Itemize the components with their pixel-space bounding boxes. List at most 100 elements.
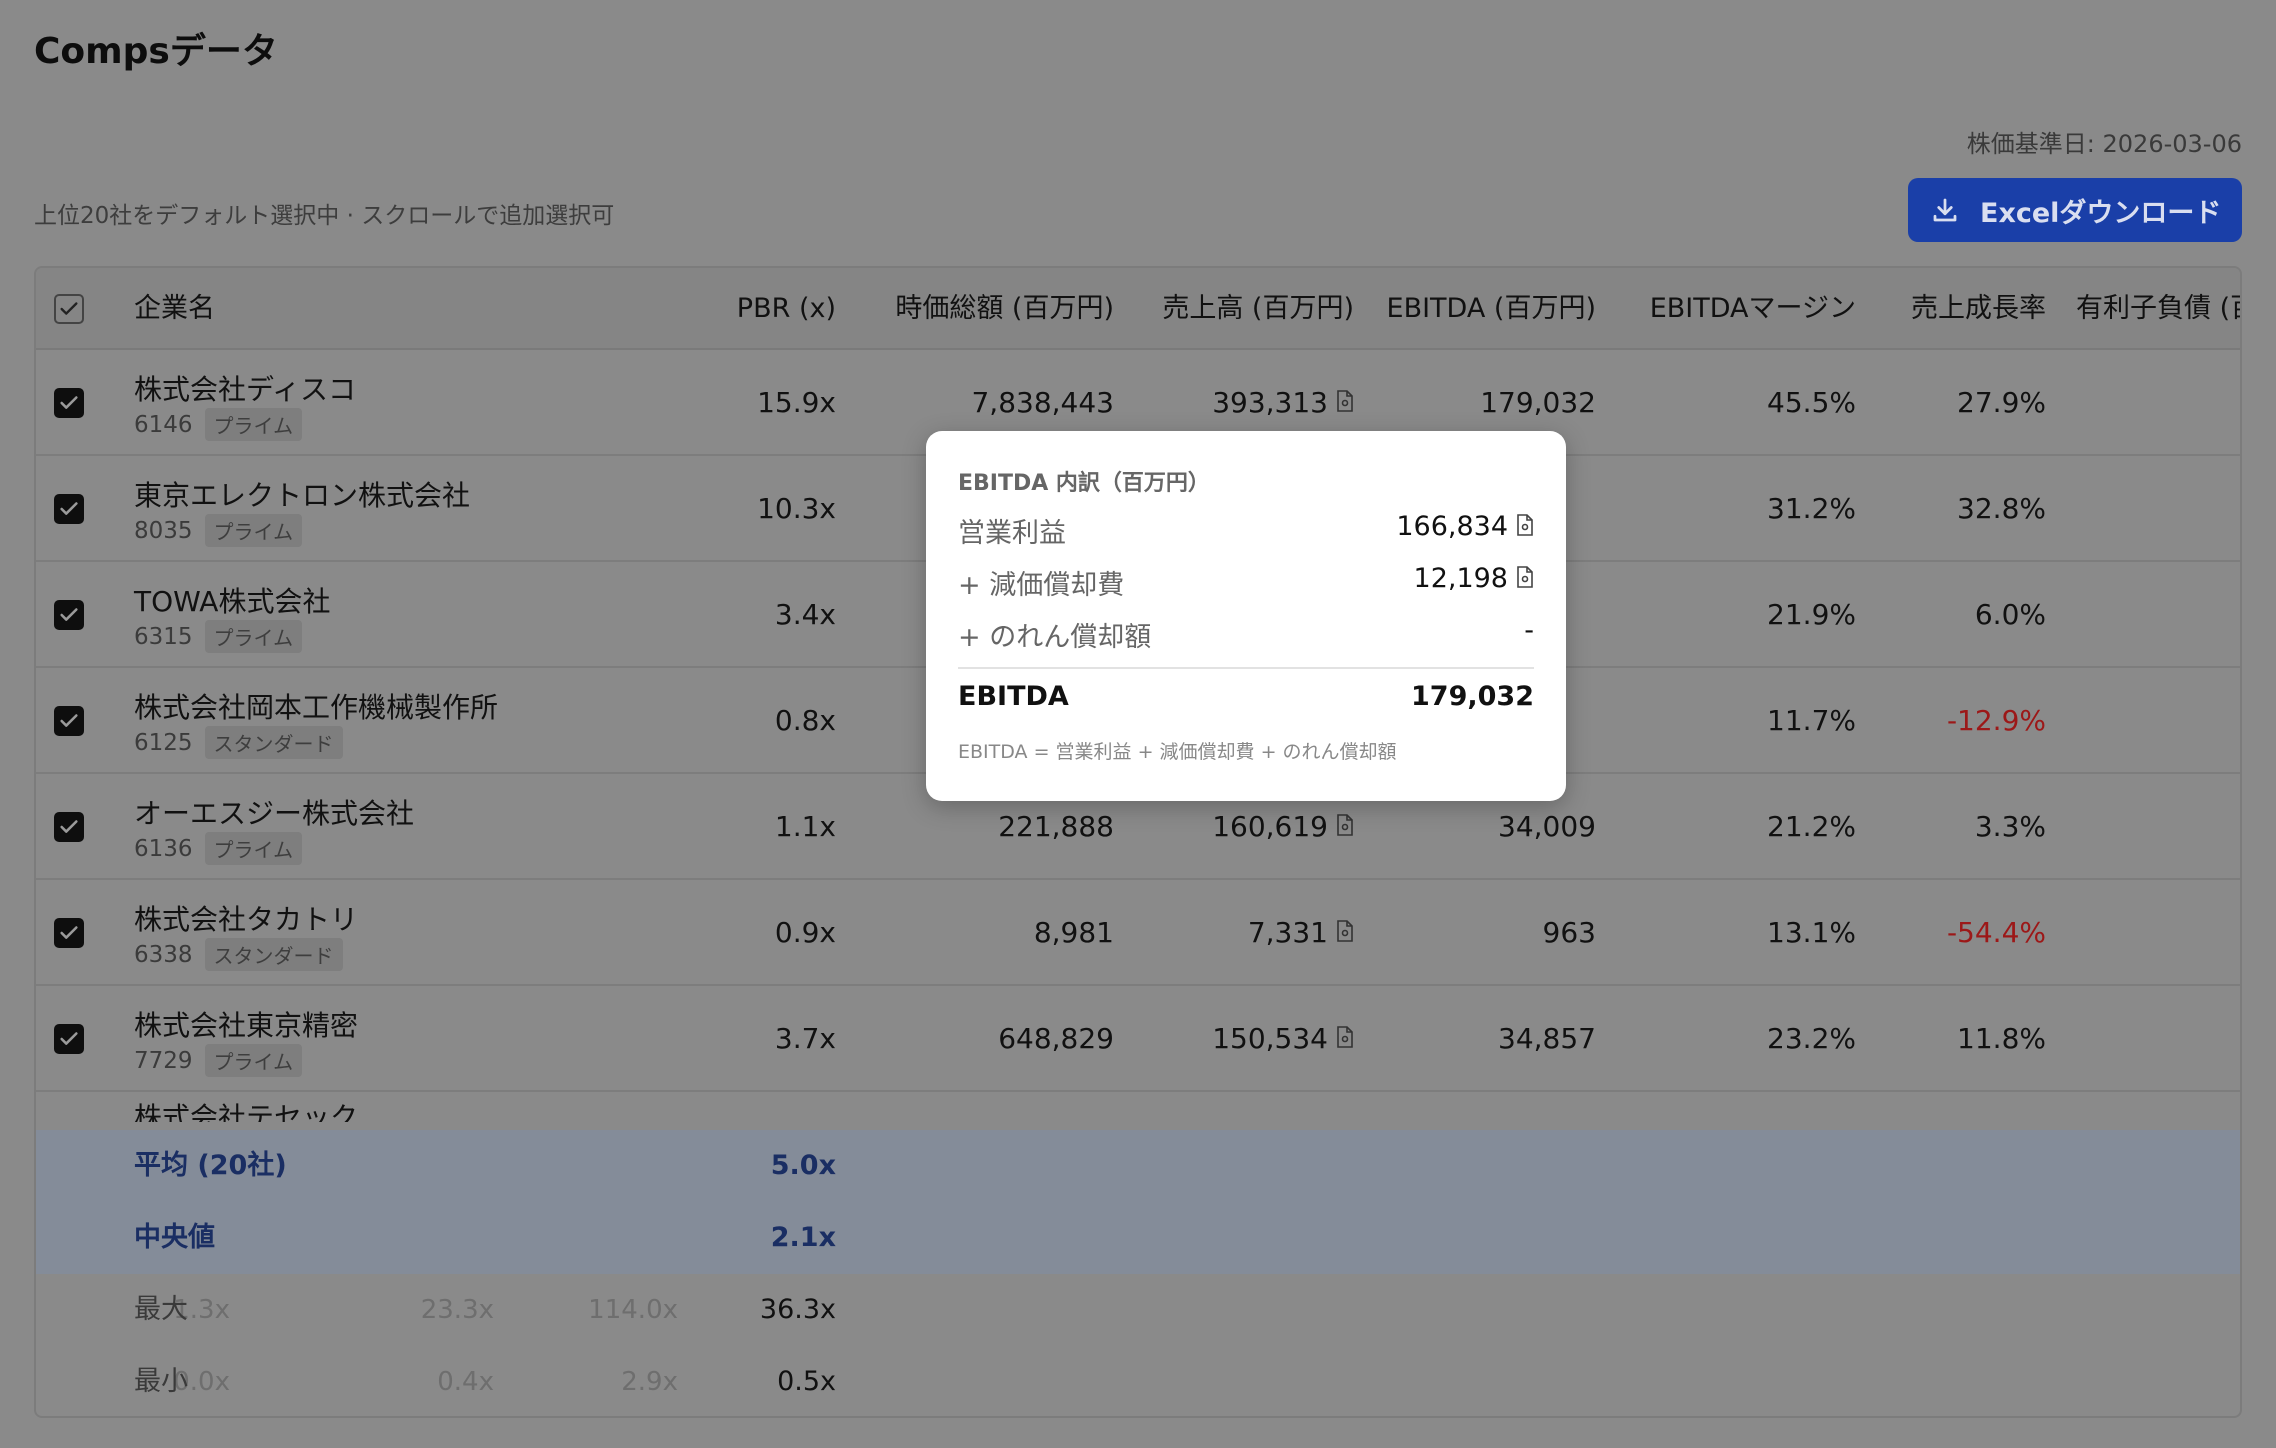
depreciation-value-wrap: 12,198 [1414, 563, 1534, 594]
goodwill-value: - [1524, 615, 1534, 646]
price-date: 株価基準日: 2026-03-06 [1966, 130, 2242, 158]
ebitda-margin-cell: 31.2% [1767, 492, 1856, 525]
depreciation-value: 12,198 [1413, 563, 1508, 594]
median-row: 中央値 2.1x [36, 1202, 2240, 1274]
stock-code: 6136 [134, 835, 193, 862]
company-name: 東京エレクトロン株式会社 [134, 479, 471, 512]
check-icon [60, 396, 78, 409]
ghost-value: 0.4x [437, 1367, 494, 1397]
stock-code: 8035 [134, 517, 193, 544]
document-icon[interactable] [1336, 920, 1354, 942]
row-checkbox[interactable] [54, 706, 84, 736]
table-row-partial[interactable]: 株式会社テセック [36, 1092, 2240, 1122]
market-badge: プライム [204, 832, 303, 865]
document-icon[interactable] [1516, 513, 1534, 536]
company-code: 7729 プライム [134, 1044, 303, 1077]
ebitda-formula: EBITDA = 営業利益 + 減価償却費 + のれん償却額 [958, 741, 1397, 763]
sales-growth-cell: -12.9% [1946, 704, 2046, 737]
header-debt[interactable]: 有利子負債 (百 [2076, 268, 2240, 350]
sales-cell[interactable]: 150,534 [1116, 986, 1354, 1092]
check-icon [60, 608, 78, 621]
check-icon [60, 820, 78, 833]
document-icon[interactable] [1336, 390, 1354, 412]
header-ebitda-margin[interactable]: EBITDAマージン [1606, 268, 1856, 350]
header-sales[interactable]: 売上高 (百万円) [1116, 268, 1354, 350]
company-code: 6146 プライム [134, 408, 303, 441]
max-pbr: 36.3x [759, 1294, 836, 1325]
table-row[interactable]: 株式会社タカトリ 6338 スタンダード 0.9x 8,981 7,331 963… [36, 880, 2240, 986]
sales-growth-cell: 11.8% [1957, 1022, 2046, 1055]
stock-code: 6315 [134, 623, 193, 650]
depreciation-row: + 減価償却費 12,198 [958, 563, 1534, 603]
company-name: 株式会社テセック [134, 1101, 359, 1122]
sales-value: 393,313 [1212, 386, 1328, 419]
row-checkbox[interactable] [54, 600, 84, 630]
company-name: 株式会社東京精密 [134, 1009, 359, 1042]
download-icon [1933, 198, 1957, 222]
company-name: 株式会社ディスコ [134, 373, 357, 406]
table-row[interactable]: 株式会社東京精密 7729 プライム 3.7x 648,829 150,534 3… [36, 986, 2240, 1092]
sales-growth-cell: -54.4% [1946, 916, 2046, 949]
document-icon[interactable] [1336, 1026, 1354, 1048]
excel-download-button[interactable]: Excelダウンロード [1908, 178, 2242, 242]
company-name: TOWA株式会社 [134, 585, 331, 618]
stock-code: 6125 [134, 729, 193, 756]
goodwill-row: + のれん償却額 - [958, 615, 1534, 655]
pbr-cell: 3.4x [774, 598, 836, 631]
sales-cell[interactable]: 7,331 [1116, 880, 1354, 986]
sales-growth-cell: 6.0% [1974, 598, 2046, 631]
table-header: 企業名 PBR (x) 時価総額 (百万円) 売上高 (百万円) EBITDA … [36, 268, 2240, 350]
sales-growth-cell: 32.8% [1957, 492, 2046, 525]
page-title: Compsデータ [34, 31, 278, 72]
sales-value: 7,331 [1247, 916, 1328, 949]
excel-download-label: Excelダウンロード [1980, 197, 2222, 229]
row-checkbox[interactable] [54, 918, 84, 948]
ebitda-cell[interactable]: 963 [1356, 880, 1596, 986]
operating-income-row: 営業利益 166,834 [958, 511, 1534, 551]
check-icon [60, 926, 78, 939]
check-icon [60, 714, 78, 727]
row-checkbox[interactable] [54, 494, 84, 524]
min-pbr: 0.5x [777, 1366, 836, 1397]
ebitda-total-row: EBITDA 179,032 [958, 681, 1534, 721]
header-market-cap[interactable]: 時価総額 (百万円) [852, 268, 1114, 350]
ebitda-margin-cell: 23.2% [1767, 1022, 1856, 1055]
ebitda-cell[interactable]: 34,857 [1356, 986, 1596, 1092]
ebitda-margin-cell: 21.9% [1767, 598, 1856, 631]
company-code: 6125 スタンダード [134, 726, 343, 759]
selection-hint: 上位20社をデフォルト選択中 · スクロールで追加選択可 [34, 203, 615, 229]
max-row: 1.3x 23.3x 114.0x 最大 36.3x [36, 1274, 2240, 1346]
header-company[interactable]: 企業名 [134, 268, 215, 350]
max-label: 最大 [134, 1294, 188, 1325]
operating-income-label: 営業利益 [958, 518, 1066, 549]
tooltip-title: EBITDA 内訳（百万円） [958, 471, 1210, 496]
ebitda-breakdown-tooltip: EBITDA 内訳（百万円） 営業利益 166,834 + 減価償却費 12,1… [926, 431, 1566, 801]
average-label: 平均 (20社) [134, 1150, 287, 1181]
company-name: 株式会社岡本工作機械製作所 [134, 691, 499, 724]
row-checkbox[interactable] [54, 812, 84, 842]
ghost-value: 114.0x [588, 1295, 678, 1325]
pbr-cell: 1.1x [774, 810, 836, 843]
operating-income-value: 166,834 [1396, 511, 1508, 542]
market-badge: スタンダード [204, 938, 343, 971]
row-checkbox[interactable] [54, 388, 84, 418]
header-pbr[interactable]: PBR (x) [726, 268, 836, 350]
pbr-cell: 10.3x [757, 492, 836, 525]
stock-code: 7729 [134, 1047, 193, 1074]
market-badge: スタンダード [204, 726, 343, 759]
header-sales-growth[interactable]: 売上成長率 [1866, 268, 2046, 350]
company-code: 6315 プライム [134, 620, 303, 653]
select-all-checkbox[interactable] [54, 294, 84, 324]
ebitda-margin-cell: 21.2% [1767, 810, 1856, 843]
company-name: 株式会社タカトリ [134, 903, 359, 936]
row-checkbox[interactable] [54, 1024, 84, 1054]
tooltip-divider [958, 667, 1534, 669]
pbr-cell: 15.9x [757, 386, 836, 419]
market-cap-cell: 8,981 [1033, 916, 1114, 949]
company-name: オーエスジー株式会社 [134, 797, 415, 830]
check-icon [60, 302, 78, 315]
sales-value: 160,619 [1212, 810, 1328, 843]
document-icon[interactable] [1516, 565, 1534, 588]
header-ebitda[interactable]: EBITDA (百万円) [1356, 268, 1596, 350]
document-icon[interactable] [1336, 814, 1354, 836]
